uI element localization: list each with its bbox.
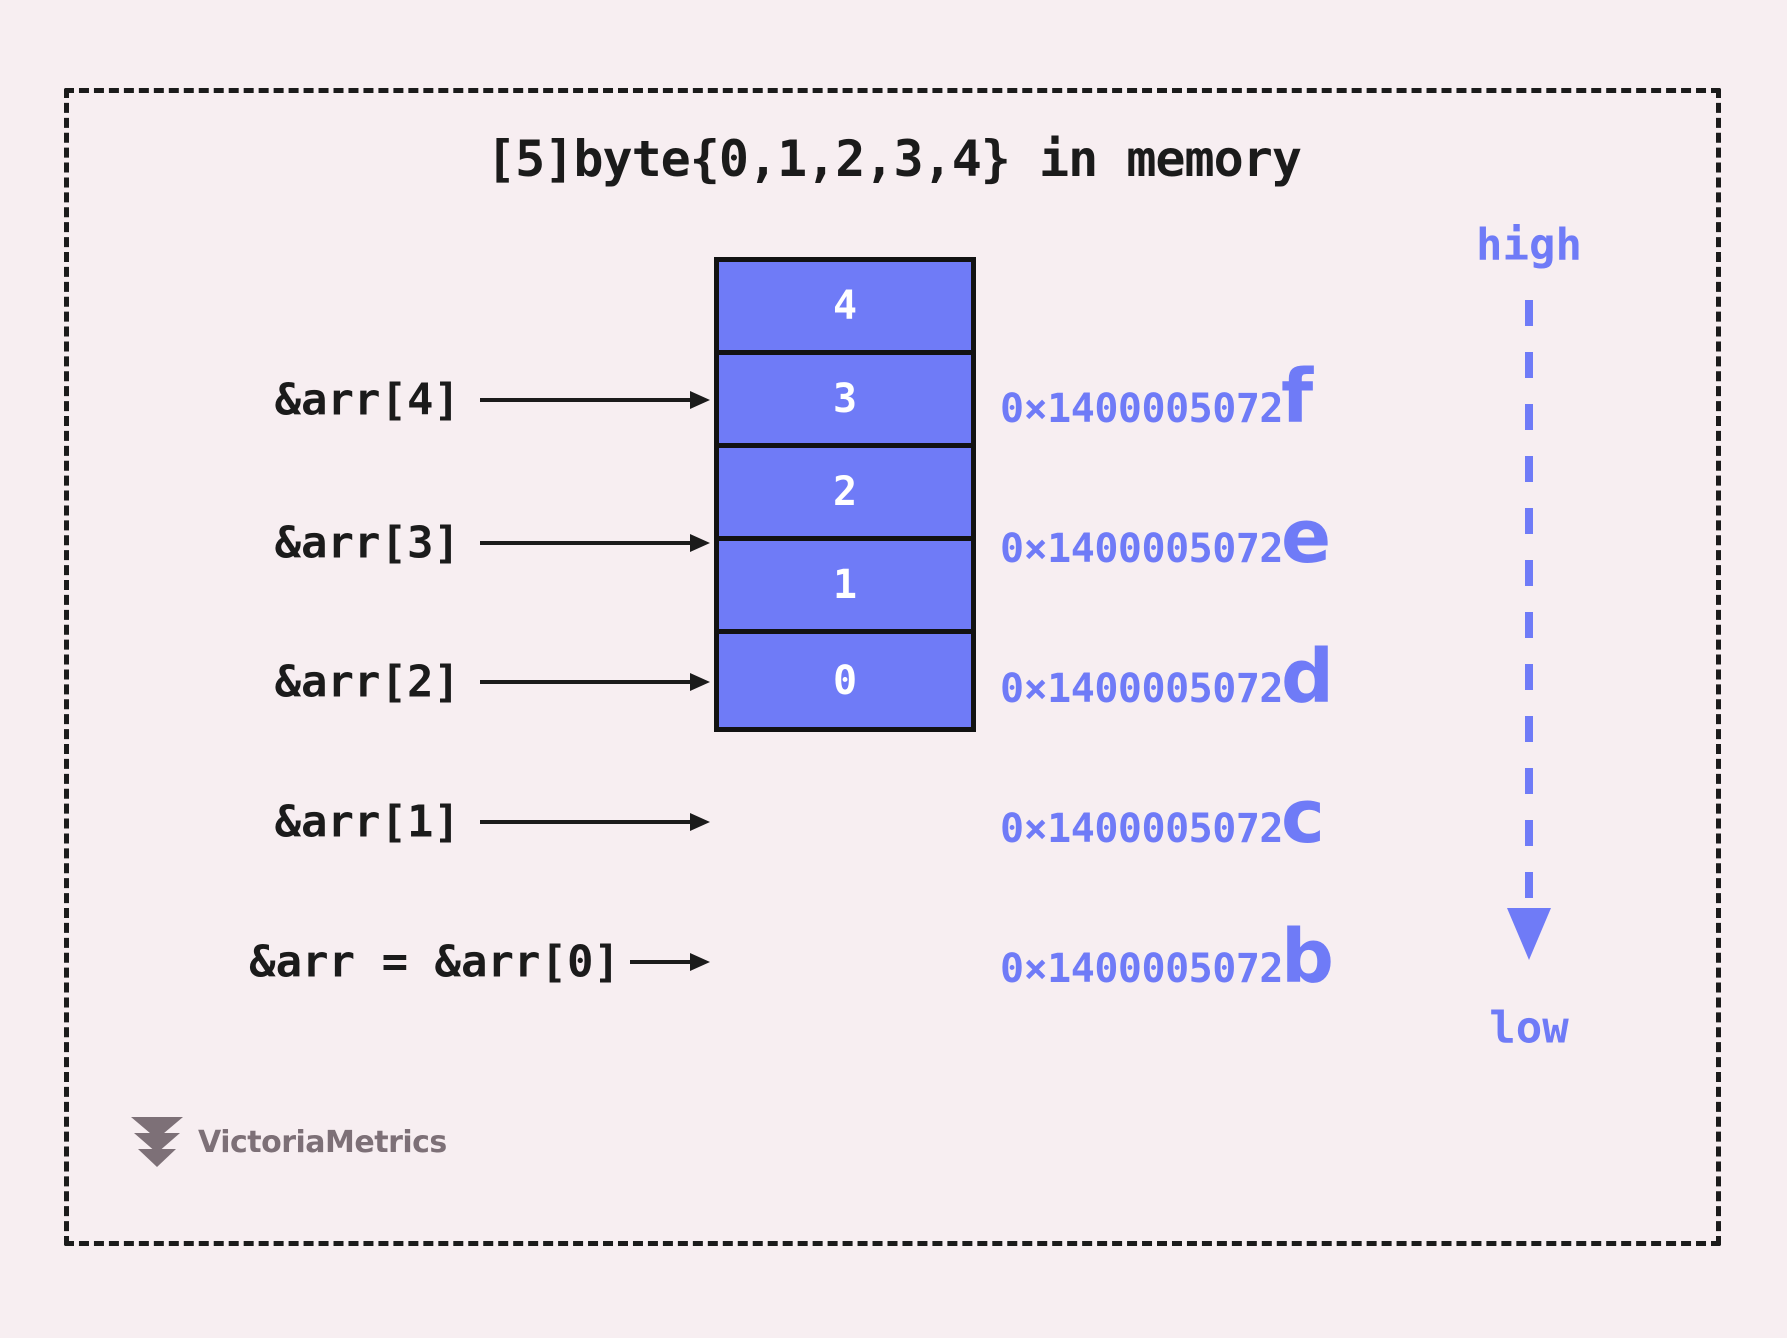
pointer-label-arr2: &arr[2]	[274, 656, 460, 708]
address-suffix: d	[1280, 634, 1334, 720]
address-suffix: b	[1280, 914, 1334, 1000]
address-suffix: c	[1280, 774, 1325, 860]
address-hex: 0×1400005072	[1000, 526, 1283, 572]
address-label-arr0: 0×1400005072 b	[1000, 914, 1334, 1000]
victoriametrics-logo-text: VictoriaMetrics	[198, 1124, 447, 1160]
address-label-arr1: 0×1400005072 c	[1000, 774, 1325, 860]
memory-cell: 2	[719, 448, 971, 541]
axis-label-high: high	[1476, 219, 1582, 271]
memory-cell: 4	[719, 262, 971, 355]
address-label-arr3: 0×1400005072 e	[1000, 494, 1332, 580]
address-hex: 0×1400005072	[1000, 946, 1283, 992]
address-label-arr2: 0×1400005072 d	[1000, 634, 1334, 720]
memory-cell: 0	[832, 657, 858, 704]
pointer-label-arr1: &arr[1]	[274, 796, 460, 848]
address-label-arr4: 0×1400005072 f	[1000, 354, 1314, 440]
diagram-canvas: [5]byte{0,1,2,3,4} in memory 4 3 2 1 0 &…	[0, 0, 1787, 1338]
pointer-label-arr0: &arr = &arr[0]	[249, 936, 620, 988]
victoriametrics-logo-icon	[131, 1117, 183, 1167]
address-hex: 0×1400005072	[1000, 666, 1283, 712]
address-suffix: f	[1280, 354, 1314, 440]
memory-column: 4 3 2 1 0	[714, 257, 976, 732]
pointer-label-arr3: &arr[3]	[274, 517, 460, 569]
address-hex: 0×1400005072	[1000, 806, 1283, 852]
victoriametrics-logo: VictoriaMetrics	[128, 1112, 447, 1172]
address-hex: 0×1400005072	[1000, 386, 1283, 432]
axis-label-low: low	[1489, 1002, 1569, 1054]
address-suffix: e	[1280, 494, 1332, 580]
diagram-title: [5]byte{0,1,2,3,4} in memory	[486, 130, 1302, 188]
memory-cell: 3	[719, 355, 971, 448]
memory-cell: 1	[719, 541, 971, 634]
pointer-label-arr4: &arr[4]	[274, 374, 460, 426]
axis-direction-arrow	[1507, 300, 1551, 960]
